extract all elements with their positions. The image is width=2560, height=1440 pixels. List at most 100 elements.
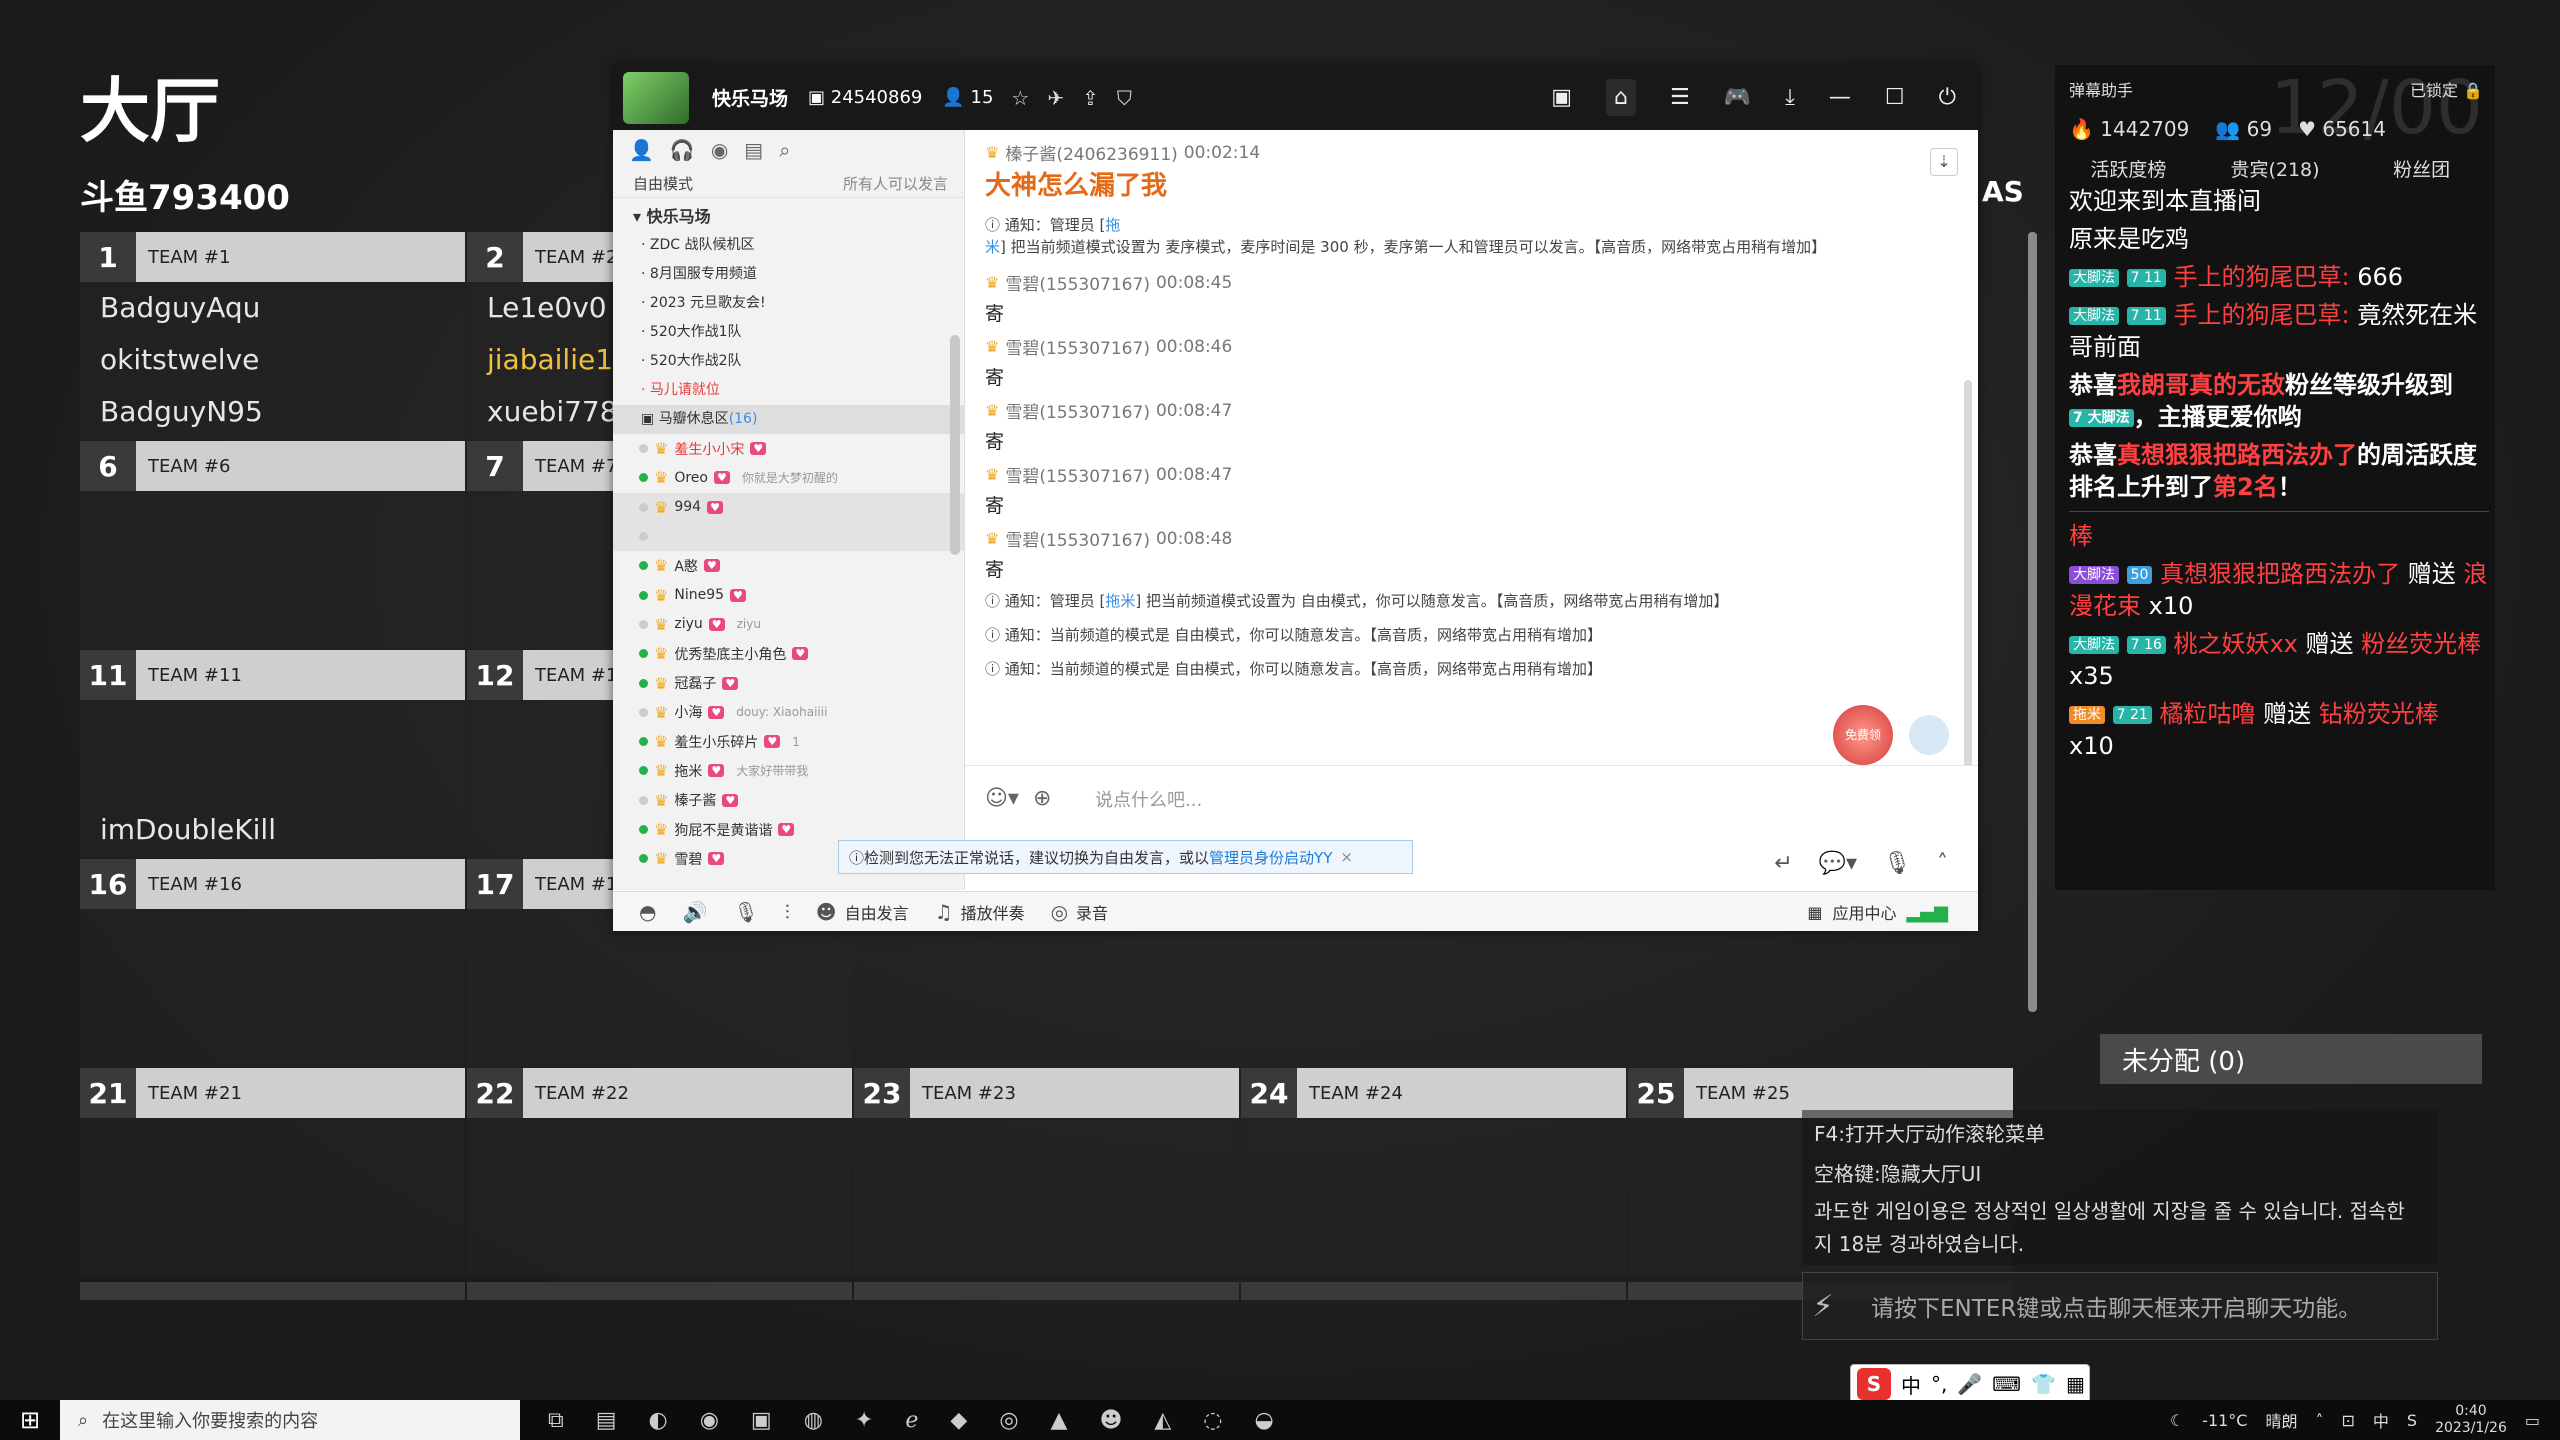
ime-lang[interactable]: 中	[1901, 1370, 1921, 1399]
team-slot[interactable]: 16 TEAM #16	[80, 859, 465, 1067]
sogou-tray-icon[interactable]: S	[2407, 1411, 2417, 1430]
team-slot[interactable]: 23 TEAM #23	[854, 1068, 1239, 1276]
team-header[interactable]: 23 TEAM #23	[854, 1068, 1239, 1118]
team-slot[interactable]: 1 TEAM #1 BadguyAqu okitstwelve BadguyN95	[80, 232, 465, 440]
network-icon[interactable]: ⊡	[2342, 1411, 2355, 1430]
star-icon[interactable]: ☆	[1011, 86, 1029, 110]
free-speak-icon[interactable]: ☻	[816, 900, 837, 924]
chat-bubble-icon[interactable]: 💬▾	[1819, 851, 1857, 876]
lobby-scrollbar[interactable]	[2028, 232, 2037, 1012]
team-header[interactable]: 22 TEAM #22	[467, 1068, 852, 1118]
home-icon[interactable]: ⌂	[1606, 79, 1636, 116]
team-player[interactable]	[854, 1170, 1239, 1222]
channel-item[interactable]: · 马儿请就位	[613, 376, 964, 405]
channel-tree-scrollbar[interactable]	[950, 335, 960, 555]
music-icon[interactable]: ♫	[935, 900, 953, 924]
taskbar-search[interactable]: ⌕ 在这里输入你要搜索的内容	[60, 1400, 520, 1440]
team-player[interactable]	[467, 1013, 852, 1065]
power-icon[interactable]: ⏻	[1939, 85, 1956, 110]
skin-icon[interactable]: 👕	[2031, 1372, 2056, 1396]
chat-user[interactable]: 榛子酱(2406236911)	[1005, 140, 1177, 165]
danmu-user[interactable]: 真想狠狠把路西法办了	[2160, 560, 2400, 588]
team-player[interactable]: BadguyN95	[80, 386, 465, 438]
team-player[interactable]	[467, 1222, 852, 1274]
ime-toolbar[interactable]: S 中 °, 🎤 ⌨ 👕 ▦	[1850, 1364, 2090, 1404]
send-icon[interactable]: ↵	[1774, 851, 1792, 876]
member-item[interactable]: ♛ Oreo ♥ 你就是大梦初醒的	[613, 463, 964, 492]
close-icon[interactable]: ×	[1340, 848, 1353, 866]
lobby-chat-input[interactable]: ⚡ 请按下ENTER键或点击聊天框来开启聊天功能。	[1802, 1272, 2438, 1340]
headset-icon[interactable]: 🎧	[670, 138, 695, 162]
danmu-user[interactable]: 真想狠狠把路西法办了	[2117, 441, 2357, 469]
member-item[interactable]: ♛ 羞生小小宋 ♥	[613, 434, 964, 463]
video-icon[interactable]: ▣	[1551, 85, 1572, 110]
team-slot[interactable]: 24 TEAM #24	[1241, 1068, 1626, 1276]
team-player[interactable]	[80, 700, 465, 752]
team-slot[interactable]: 21 TEAM #21	[80, 1068, 465, 1276]
app-icon[interactable]: ✦	[855, 1408, 873, 1433]
weather-temp[interactable]: -11°C	[2202, 1411, 2247, 1430]
tab-activity[interactable]: 活跃度榜	[2055, 155, 2202, 185]
team-player[interactable]	[467, 1118, 852, 1170]
store-icon[interactable]: ▣	[751, 1408, 772, 1433]
team-player[interactable]: okitstwelve	[80, 334, 465, 386]
team-player[interactable]	[854, 1222, 1239, 1274]
channel-avatar[interactable]	[623, 71, 689, 124]
channel-item[interactable]: · 520大作战2队	[613, 347, 964, 376]
member-item[interactable]: ♛ 榛子酱 ♥	[613, 786, 964, 815]
team-player[interactable]	[80, 752, 465, 804]
team-slot[interactable]: 6 TEAM #6	[80, 441, 465, 649]
team-player[interactable]	[80, 1118, 465, 1170]
tab-vip[interactable]: 贵宾(218)	[2202, 155, 2349, 185]
clock[interactable]: 0:40 2023/1/26	[2435, 1403, 2507, 1437]
windows-start-icon[interactable]: ⊞	[0, 1406, 60, 1434]
admin-start-link[interactable]: 管理员身份启动YY	[1209, 847, 1332, 868]
punct-icon[interactable]: °,	[1931, 1372, 1947, 1396]
mic-icon[interactable]: 🎤	[1957, 1372, 1982, 1396]
team-slot[interactable]: 11 TEAM #11 imDoubleKill	[80, 650, 465, 858]
app-icon[interactable]: ◆	[950, 1408, 967, 1433]
team-player[interactable]	[80, 909, 465, 961]
team-player[interactable]	[1241, 1222, 1626, 1274]
team-header[interactable]: 16 TEAM #16	[80, 859, 465, 909]
unassigned-button[interactable]: 未分配 (0)	[2100, 1034, 2482, 1084]
danmu-user[interactable]: 我朗哥真的无敌	[2117, 371, 2285, 399]
app-icon[interactable]: ◌	[1203, 1408, 1222, 1433]
team-player[interactable]: imDoubleKill	[80, 804, 465, 856]
sticker-icon[interactable]: ⊕	[1033, 786, 1051, 811]
chat-user[interactable]: 雪碧(155307167)	[1005, 462, 1150, 487]
app-center-button[interactable]: 应用中心	[1832, 900, 1896, 924]
user-icon[interactable]: 👤	[629, 138, 654, 162]
channel-item[interactable]: · 8月国服专用频道	[613, 260, 964, 289]
team-player[interactable]	[1241, 1118, 1626, 1170]
microphone-icon[interactable]: 🎙	[733, 900, 758, 924]
scroll-down-button[interactable]: ⇣	[1930, 148, 1958, 176]
plane-icon[interactable]: ✈	[1047, 86, 1064, 110]
team-player[interactable]	[1241, 1170, 1626, 1222]
channel-item[interactable]: · 2023 元旦歌友会!	[613, 289, 964, 318]
team-player[interactable]	[80, 1013, 465, 1065]
team-header[interactable]: 11 TEAM #11	[80, 650, 465, 700]
chevron-up-icon[interactable]: ˄	[1937, 851, 1948, 876]
list-icon[interactable]: ☰	[1670, 85, 1690, 110]
free-gift-button[interactable]: 免费领	[1833, 705, 1893, 765]
speaker-icon[interactable]: 🔊	[682, 900, 707, 924]
accompaniment-button[interactable]: 播放伴奏	[961, 900, 1025, 924]
team-player[interactable]	[80, 595, 465, 647]
team-player[interactable]	[80, 961, 465, 1013]
chat-scrollbar[interactable]	[1964, 380, 1972, 820]
maximize-icon[interactable]: ☐	[1885, 85, 1905, 110]
notice-admin-link[interactable]: 拖米	[1105, 592, 1135, 610]
team-slot[interactable]: 22 TEAM #22	[467, 1068, 852, 1276]
team-header[interactable]: 21 TEAM #21	[80, 1068, 465, 1118]
chat-user[interactable]: 雪碧(155307167)	[1005, 398, 1150, 423]
chat-user[interactable]: 雪碧(155307167)	[1005, 270, 1150, 295]
team-header[interactable]: 6 TEAM #6	[80, 441, 465, 491]
member-item[interactable]: ♛ ziyu ♥ ziyu	[613, 610, 964, 639]
taskbar-search-placeholder[interactable]: 在这里输入你要搜索的内容	[102, 1407, 318, 1433]
keyboard-icon[interactable]: ⌨	[1992, 1372, 2021, 1396]
danmu-user[interactable]: 桃之妖妖xx	[2173, 630, 2297, 658]
channel-item[interactable]: ▾ 快乐马场	[613, 202, 964, 231]
search-icon[interactable]: ⌕	[779, 138, 790, 162]
steam-icon[interactable]: ◉	[700, 1408, 719, 1433]
